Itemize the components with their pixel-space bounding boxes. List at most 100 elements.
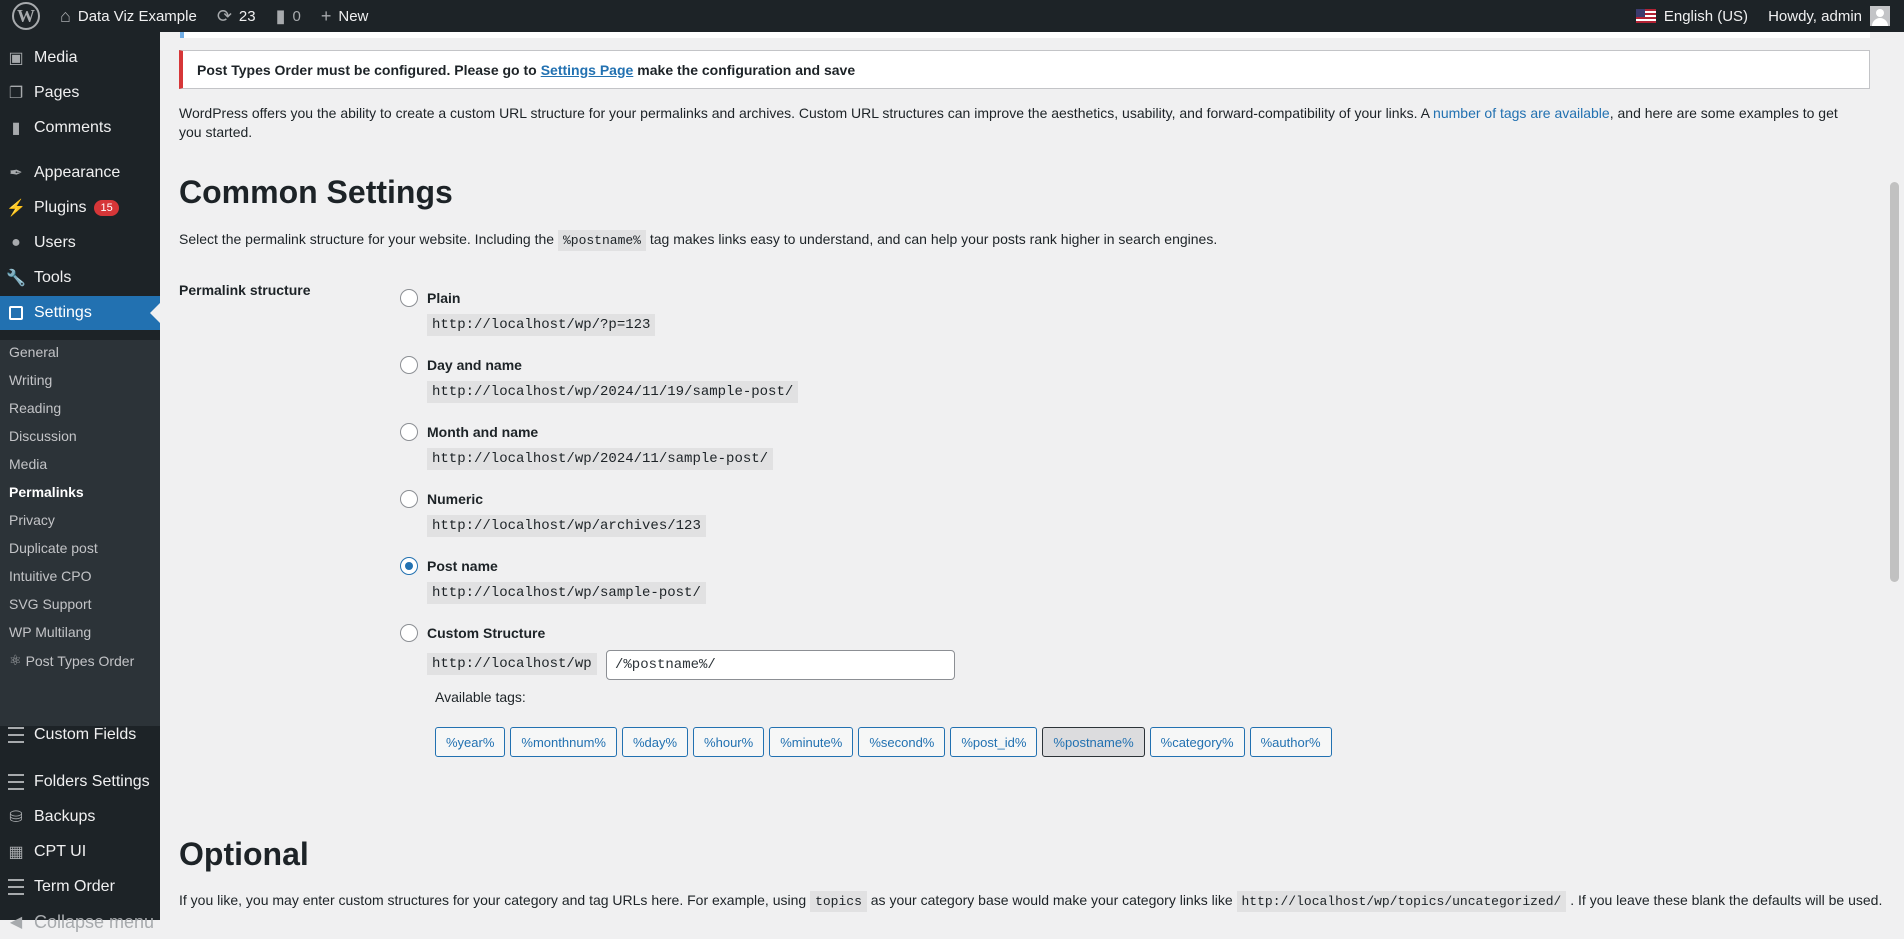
tag-year-button[interactable]: %year%	[435, 727, 506, 757]
menu-term-order[interactable]: Term Order	[0, 870, 160, 904]
submenu-general[interactable]: General	[9, 344, 59, 360]
tag-second-button[interactable]: %second%	[858, 727, 946, 757]
custom-structure-input[interactable]: /%postname%/	[606, 650, 955, 680]
submenu-intuitive-cpo[interactable]: Intuitive CPO	[9, 568, 91, 584]
menu-users[interactable]: ● Users	[0, 226, 160, 260]
day-name-radio-row[interactable]: Day and name	[400, 355, 522, 375]
menu-media[interactable]: ▣ Media	[0, 41, 160, 75]
month-name-radio[interactable]	[400, 423, 418, 441]
available-tags-list: %year% %monthnum% %day% %hour% %minute% …	[435, 727, 1332, 757]
submenu-discussion[interactable]: Discussion	[9, 428, 77, 444]
option-custom-structure: Custom Structure http://localhost/wp /%p…	[400, 623, 955, 680]
plain-sample-url: http://localhost/wp/?p=123	[427, 314, 656, 336]
menu-label: Tools	[34, 269, 72, 286]
home-icon: ⌂	[60, 5, 71, 26]
menu-cpt-ui[interactable]: ▦ CPT UI	[0, 835, 160, 869]
optional-text-before: If you like, you may enter custom struct…	[179, 892, 807, 908]
us-flag-icon	[1635, 9, 1656, 23]
settings-submenu: General Writing Reading Discussion Media…	[0, 340, 160, 726]
notice-text-before: Post Types Order must be configured. Ple…	[197, 61, 537, 78]
tag-category-button[interactable]: %category%	[1149, 727, 1245, 757]
my-account-link[interactable]: Howdy, admin	[1758, 0, 1904, 32]
plain-radio-row[interactable]: Plain	[400, 288, 460, 308]
option-label: Plain	[427, 290, 461, 306]
notice-strip	[180, 32, 1870, 38]
custom-radio-row[interactable]: Custom Structure	[400, 623, 545, 643]
optional-text-after: . If you leave these blank the defaults …	[1570, 892, 1883, 908]
admin-sidebar: ▣ Media ❐ Pages ▮ Comments ✒ Appearance …	[0, 32, 160, 932]
month-name-radio-row[interactable]: Month and name	[400, 422, 538, 442]
plain-radio[interactable]	[400, 289, 418, 307]
submenu-wp-multilang[interactable]: WP Multilang	[9, 624, 91, 640]
option-label: Month and name	[427, 424, 539, 440]
configuration-notice: Post Types Order must be configured. Ple…	[179, 50, 1870, 89]
submenu-media[interactable]: Media	[9, 456, 47, 472]
menu-pages[interactable]: ❐ Pages	[0, 76, 160, 110]
submenu-duplicate-post[interactable]: Duplicate post	[9, 540, 98, 556]
post-name-radio[interactable]	[400, 557, 418, 575]
optional-heading: Optional	[179, 836, 309, 872]
option-month-and-name: Month and name http://localhost/wp/2024/…	[400, 422, 774, 470]
numeric-radio[interactable]	[400, 490, 418, 508]
day-name-radio[interactable]	[400, 356, 418, 374]
collapse-menu-button[interactable]: ◀ Collapse menu	[0, 905, 160, 939]
site-name-link[interactable]: ⌂ Data Viz Example	[50, 0, 207, 32]
updates-count: 23	[238, 7, 256, 25]
numeric-radio-row[interactable]: Numeric	[400, 489, 483, 509]
atom-icon: ⚛	[9, 652, 22, 668]
submenu-post-types-order[interactable]: ⚛ Post Types Order	[9, 652, 134, 669]
menu-backups[interactable]: ⛁ Backups	[0, 800, 160, 834]
menu-label: Term Order	[34, 878, 115, 895]
comments-icon: ▮	[11, 120, 21, 137]
comments-link[interactable]: ▮ 0	[266, 0, 311, 32]
database-icon: ⛁	[9, 809, 23, 826]
wp-logo-menu[interactable]: W	[0, 0, 50, 32]
post-name-radio-row[interactable]: Post name	[400, 556, 498, 576]
menu-label: Custom Fields	[34, 726, 137, 743]
tag-minute-button[interactable]: %minute%	[769, 727, 854, 757]
menu-label: Media	[34, 49, 78, 66]
submenu-privacy[interactable]: Privacy	[9, 512, 55, 528]
category-url-code: http://localhost/wp/topics/uncategorized…	[1236, 891, 1567, 912]
updates-link[interactable]: ⟳ 23	[207, 0, 266, 32]
scrollbar-thumb[interactable]	[1890, 182, 1899, 582]
new-content-link[interactable]: + New	[311, 0, 379, 32]
menu-plugins[interactable]: ⚡ Plugins 15	[0, 191, 160, 225]
site-name: Data Viz Example	[77, 7, 197, 25]
day-name-sample-url: http://localhost/wp/2024/11/19/sample-po…	[427, 381, 799, 403]
option-day-and-name: Day and name http://localhost/wp/2024/11…	[400, 355, 799, 403]
menu-comments[interactable]: ▮ Comments	[0, 111, 160, 145]
main-content: Post Types Order must be configured. Ple…	[160, 32, 1884, 920]
tag-author-button[interactable]: %author%	[1249, 727, 1332, 757]
custom-fields-icon	[6, 725, 26, 745]
plugins-icon: ⚡	[6, 200, 26, 217]
tag-hour-button[interactable]: %hour%	[693, 727, 765, 757]
folders-icon	[6, 772, 26, 792]
menu-folders-settings[interactable]: Folders Settings	[0, 765, 160, 799]
submenu-reading[interactable]: Reading	[9, 400, 61, 416]
submenu-svg-support[interactable]: SVG Support	[9, 596, 92, 612]
settings-page-link[interactable]: Settings Page	[541, 62, 634, 78]
tag-post-id-button[interactable]: %post_id%	[950, 727, 1038, 757]
tag-monthnum-button[interactable]: %monthnum%	[510, 727, 617, 757]
language-label: English (US)	[1663, 7, 1749, 25]
postname-code: %postname%	[557, 230, 646, 251]
pages-icon: ❐	[8, 85, 24, 102]
page-scrollbar[interactable]	[1884, 32, 1904, 920]
language-switcher[interactable]: English (US)	[1626, 0, 1758, 32]
option-label: Post name	[427, 558, 498, 574]
option-label: Custom Structure	[427, 625, 546, 641]
admin-bar: W ⌂ Data Viz Example ⟳ 23 ▮ 0 + New Engl…	[0, 0, 1904, 32]
menu-custom-fields[interactable]: Custom Fields	[0, 718, 160, 752]
custom-radio[interactable]	[400, 624, 418, 642]
tag-postname-button[interactable]: %postname%	[1042, 727, 1145, 757]
notice-text-after: make the configuration and save	[637, 61, 856, 78]
submenu-permalinks[interactable]: Permalinks	[9, 484, 84, 500]
available-tags-link[interactable]: number of tags are available	[1433, 105, 1610, 121]
menu-tools[interactable]: 🔧 Tools	[0, 261, 160, 295]
menu-appearance[interactable]: ✒ Appearance	[0, 156, 160, 190]
menu-settings[interactable]: Settings	[0, 296, 160, 330]
tag-day-button[interactable]: %day%	[621, 727, 689, 757]
permalink-structure-label: Permalink structure	[179, 282, 311, 298]
submenu-writing[interactable]: Writing	[9, 372, 52, 388]
